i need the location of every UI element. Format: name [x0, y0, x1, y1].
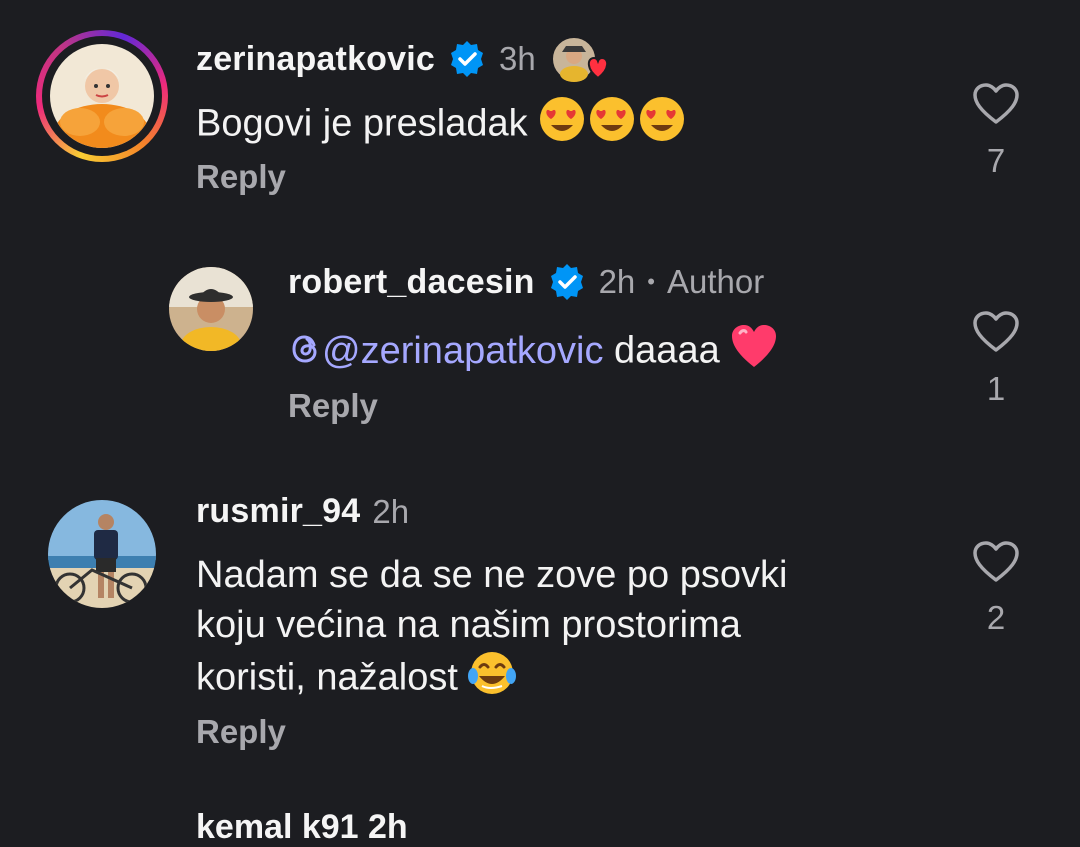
- reply-button[interactable]: Reply: [196, 713, 286, 751]
- comment-text: @zerinapatkovic daaaa: [288, 323, 778, 382]
- comment-text-line-last: koristi, nažalost: [196, 650, 787, 709]
- avatar-rusmir_94[interactable]: [48, 500, 156, 608]
- verified-badge-icon: [547, 262, 587, 302]
- comment-time: 3h: [499, 40, 536, 77]
- comment-text-line: Nadam se da se ne zove po psovki: [196, 554, 788, 596]
- avatar-zerinapatkovic[interactable]: [50, 44, 154, 148]
- avatar-robert_dacesin[interactable]: [169, 267, 253, 351]
- mention-link[interactable]: @zerinapatkovic: [288, 330, 603, 372]
- username[interactable]: zerinapatkovic: [196, 40, 435, 79]
- reply-button[interactable]: Reply: [288, 387, 378, 425]
- like-count: 7: [986, 142, 1006, 179]
- comment-time: 2h: [372, 492, 410, 530]
- comment-text: Nadam se da se ne zove po psovki koju ve…: [196, 550, 787, 709]
- separator-dot: •: [647, 269, 655, 294]
- like-count: 2: [986, 599, 1006, 636]
- heart-outline-icon[interactable]: [972, 310, 1020, 354]
- heart-outline-icon[interactable]: [972, 82, 1020, 126]
- like-count: 1: [986, 370, 1006, 407]
- heart-eyes-emoji: [538, 95, 688, 156]
- heart-outline-icon[interactable]: [972, 540, 1020, 584]
- reply-button[interactable]: Reply: [196, 158, 286, 196]
- comment-text-line: koju većina na našim prostorima: [196, 604, 741, 646]
- comment-time: 2h: [598, 263, 636, 300]
- heart-filled-icon: [730, 323, 778, 382]
- story-ring[interactable]: [36, 30, 168, 162]
- author-liked-indicator: [550, 34, 616, 84]
- username[interactable]: robert_dacesin: [288, 263, 535, 302]
- threads-icon: [288, 329, 322, 367]
- comment-text: Bogovi je presladak: [196, 95, 688, 156]
- next-comment-header-partial: kemal k91 2h: [196, 808, 408, 846]
- tears-of-joy-emoji: [468, 650, 517, 709]
- author-badge: Author: [666, 263, 765, 300]
- verified-badge-icon: [447, 39, 487, 79]
- username[interactable]: rusmir_94: [196, 492, 360, 531]
